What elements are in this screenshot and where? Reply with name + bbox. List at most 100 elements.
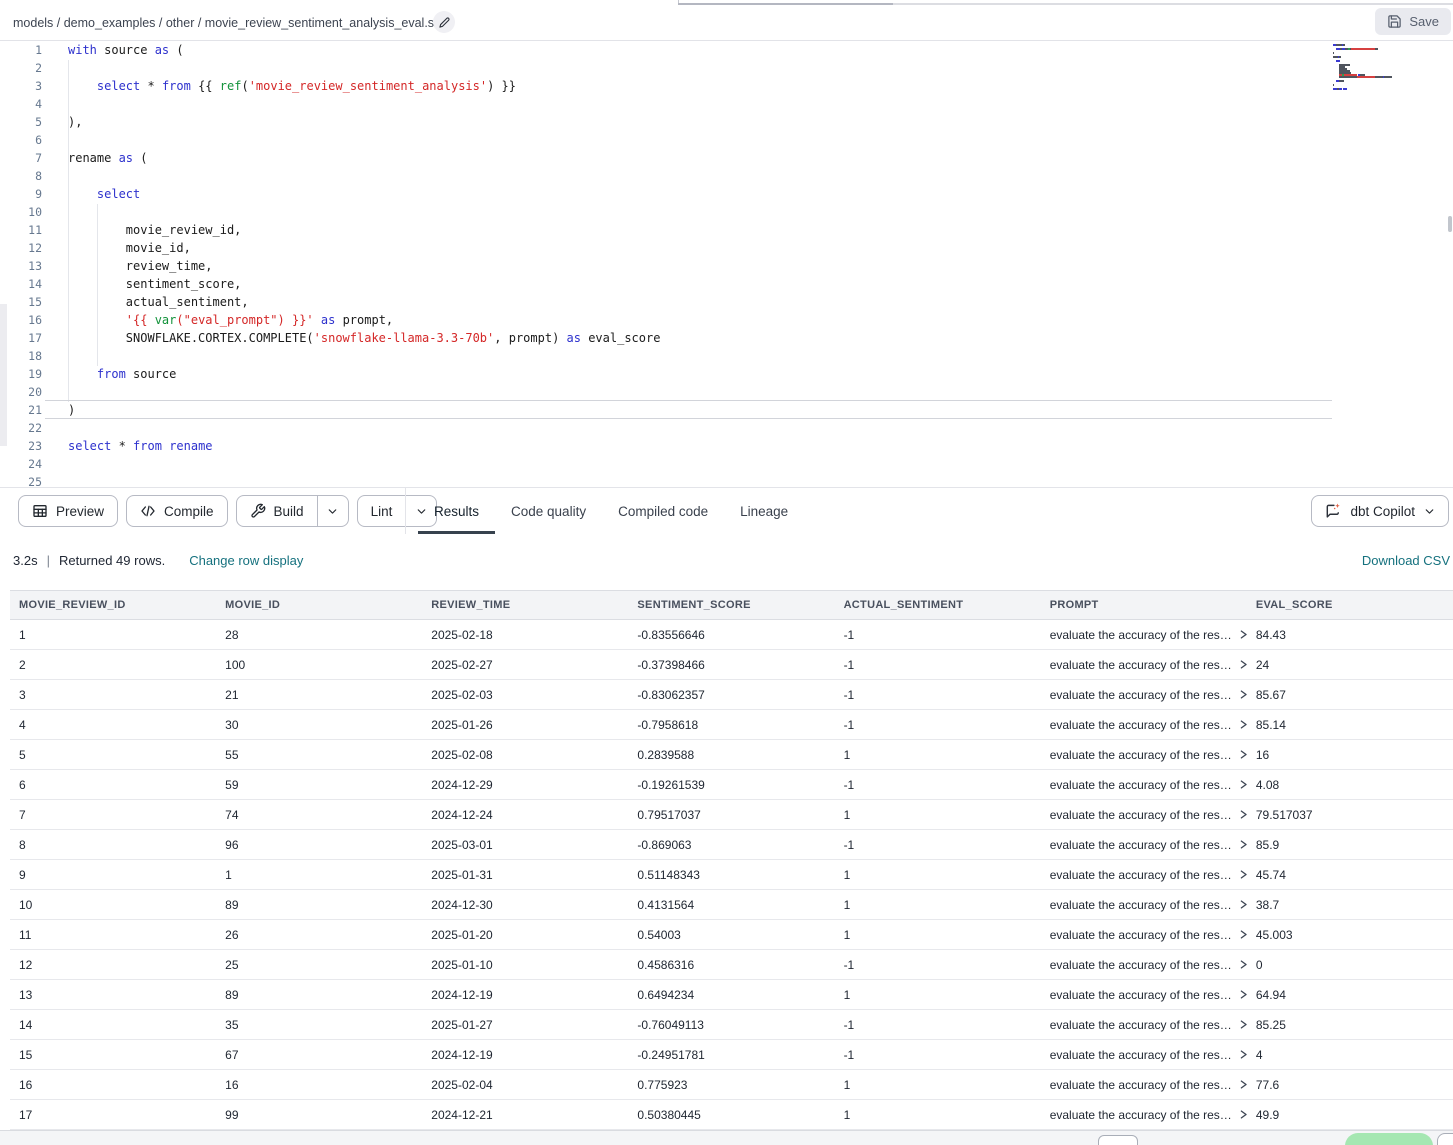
code-line[interactable]: 22 [0, 419, 1453, 437]
code-line[interactable]: 18 [0, 347, 1453, 365]
code-line[interactable]: 15 actual_sentiment, [0, 293, 1453, 311]
prompt-expand-button[interactable] [1238, 929, 1247, 940]
table-row[interactable]: 10892024-12-300.41315641evaluate the acc… [10, 890, 1453, 920]
lint-button[interactable]: Lint [358, 496, 407, 526]
dbt-copilot-button[interactable]: dbt Copilot [1311, 495, 1449, 527]
code-line[interactable]: 21) [0, 401, 1453, 419]
prompt-expand-button[interactable] [1238, 869, 1247, 880]
code-line[interactable]: 17 SNOWFLAKE.CORTEX.COMPLETE('snowflake-… [0, 329, 1453, 347]
prompt-expand-button[interactable] [1238, 719, 1247, 730]
table-row[interactable]: 3212025-02-03-0.83062357-1evaluate the a… [10, 680, 1453, 710]
prompt-expand-button[interactable] [1238, 1079, 1247, 1090]
table-row[interactable]: 1282025-02-18-0.83556646-1evaluate the a… [10, 620, 1453, 650]
cell-movie_id: 26 [216, 920, 422, 949]
table-row[interactable]: 8962025-03-01-0.869063-1evaluate the acc… [10, 830, 1453, 860]
prompt-expand-button[interactable] [1238, 629, 1247, 640]
save-button[interactable]: Save [1375, 8, 1451, 35]
code-line[interactable]: 9 select [0, 185, 1453, 203]
code-line[interactable]: 7rename as ( [0, 149, 1453, 167]
table-row[interactable]: 7742024-12-240.795170371evaluate the acc… [10, 800, 1453, 830]
tab-code-quality[interactable]: Code quality [511, 488, 586, 534]
bottom-right-partial-button[interactable] [1437, 1133, 1453, 1145]
breadcrumb-item[interactable]: models [13, 16, 53, 30]
cell-sentiment_score: -0.19261539 [628, 770, 834, 799]
table-row[interactable]: 21002025-02-27-0.37398466-1evaluate the … [10, 650, 1453, 680]
download-csv-link[interactable]: Download CSV [1362, 553, 1450, 568]
table-row[interactable]: 17992024-12-210.503804451evaluate the ac… [10, 1100, 1453, 1130]
tab-compiled-code[interactable]: Compiled code [618, 488, 708, 534]
cell-eval_score: 4 [1247, 1040, 1453, 1069]
sql-code-editor[interactable]: 1with source as (23 select * from {{ ref… [0, 41, 1453, 487]
cell-movie_id: 16 [216, 1070, 422, 1099]
bottom-partial-button[interactable] [1098, 1135, 1138, 1145]
table-row[interactable]: 4302025-01-26-0.7958618-1evaluate the ac… [10, 710, 1453, 740]
cell-review_time: 2024-12-21 [422, 1100, 628, 1129]
minimap[interactable] [1333, 44, 1445, 94]
code-line[interactable]: 6 [0, 131, 1453, 149]
code-line[interactable]: 1with source as ( [0, 41, 1453, 59]
prompt-expand-button[interactable] [1238, 749, 1247, 760]
current-line-highlight [45, 400, 1332, 419]
build-button[interactable]: Build [237, 496, 318, 526]
prompt-expand-button[interactable] [1238, 779, 1247, 790]
code-line[interactable]: 16 '{{ var("eval_prompt") }}' as prompt, [0, 311, 1453, 329]
table-row[interactable]: 16162025-02-040.7759231evaluate the accu… [10, 1070, 1453, 1100]
code-line[interactable]: 2 [0, 59, 1453, 77]
table-row[interactable]: 6592024-12-29-0.19261539-1evaluate the a… [10, 770, 1453, 800]
table-row[interactable]: 11262025-01-200.540031evaluate the accur… [10, 920, 1453, 950]
code-line[interactable]: 13 review_time, [0, 257, 1453, 275]
prompt-expand-button[interactable] [1238, 689, 1247, 700]
breadcrumb-item[interactable]: other [166, 16, 195, 30]
table-row[interactable]: 12252025-01-100.4586316-1evaluate the ac… [10, 950, 1453, 980]
code-line[interactable]: 14 sentiment_score, [0, 275, 1453, 293]
prompt-expand-button[interactable] [1238, 659, 1247, 670]
prompt-expand-button[interactable] [1238, 1109, 1247, 1120]
editor-scrollbar[interactable] [1448, 216, 1452, 232]
code-line[interactable]: 20 [0, 383, 1453, 401]
prompt-expand-button[interactable] [1238, 959, 1247, 970]
code-line[interactable]: 8 [0, 167, 1453, 185]
code-line[interactable]: 5), [0, 113, 1453, 131]
bottom-green-pill-button[interactable] [1345, 1133, 1433, 1145]
code-line[interactable]: 10 [0, 203, 1453, 221]
table-row[interactable]: 15672024-12-19-0.24951781-1evaluate the … [10, 1040, 1453, 1070]
table-row[interactable]: 13892024-12-190.64942341evaluate the acc… [10, 980, 1453, 1010]
compile-button[interactable]: Compile [126, 495, 228, 527]
code-line[interactable]: 4 [0, 95, 1453, 113]
table-row[interactable]: 5552025-02-080.28395881evaluate the accu… [10, 740, 1453, 770]
cell-eval_score: 4.08 [1247, 770, 1453, 799]
prompt-expand-button[interactable] [1238, 809, 1247, 820]
edit-file-button[interactable] [433, 11, 455, 33]
prompt-preview-text: evaluate the accuracy of the res… [1050, 688, 1232, 702]
cell-actual_sentiment: -1 [835, 620, 1041, 649]
table-header-row: MOVIE_REVIEW_IDMOVIE_IDREVIEW_TIMESENTIM… [10, 590, 1453, 620]
left-panel-edge [0, 304, 7, 446]
column-header-eval_score: EVAL_SCORE [1247, 591, 1453, 619]
code-line[interactable]: 12 movie_id, [0, 239, 1453, 257]
table-row[interactable]: 912025-01-310.511483431evaluate the accu… [10, 860, 1453, 890]
code-line[interactable]: 25 [0, 473, 1453, 487]
cell-movie_id: 59 [216, 770, 422, 799]
prompt-expand-button[interactable] [1238, 1049, 1247, 1060]
expand-chevron-icon [1238, 959, 1247, 970]
preview-button[interactable]: Preview [18, 495, 118, 527]
prompt-expand-button[interactable] [1238, 899, 1247, 910]
prompt-expand-button[interactable] [1238, 839, 1247, 850]
lint-options-caret[interactable] [406, 496, 436, 526]
code-text [42, 95, 68, 113]
build-options-caret[interactable] [318, 496, 348, 526]
code-line[interactable]: 24 [0, 455, 1453, 473]
tab-lineage[interactable]: Lineage [740, 488, 788, 534]
expand-chevron-icon [1238, 1079, 1247, 1090]
breadcrumb-item[interactable]: demo_examples [64, 16, 156, 30]
change-row-display-link[interactable]: Change row display [189, 553, 303, 568]
table-row[interactable]: 14352025-01-27-0.76049113-1evaluate the … [10, 1010, 1453, 1040]
breadcrumb-item[interactable]: movie_review_sentiment_analysis_eval.sql [205, 16, 444, 30]
code-line[interactable]: 23select * from rename [0, 437, 1453, 455]
prompt-expand-button[interactable] [1238, 989, 1247, 1000]
tab-results[interactable]: Results [434, 488, 479, 534]
code-line[interactable]: 11 movie_review_id, [0, 221, 1453, 239]
code-line[interactable]: 3 select * from {{ ref('movie_review_sen… [0, 77, 1453, 95]
code-line[interactable]: 19 from source [0, 365, 1453, 383]
prompt-expand-button[interactable] [1238, 1019, 1247, 1030]
